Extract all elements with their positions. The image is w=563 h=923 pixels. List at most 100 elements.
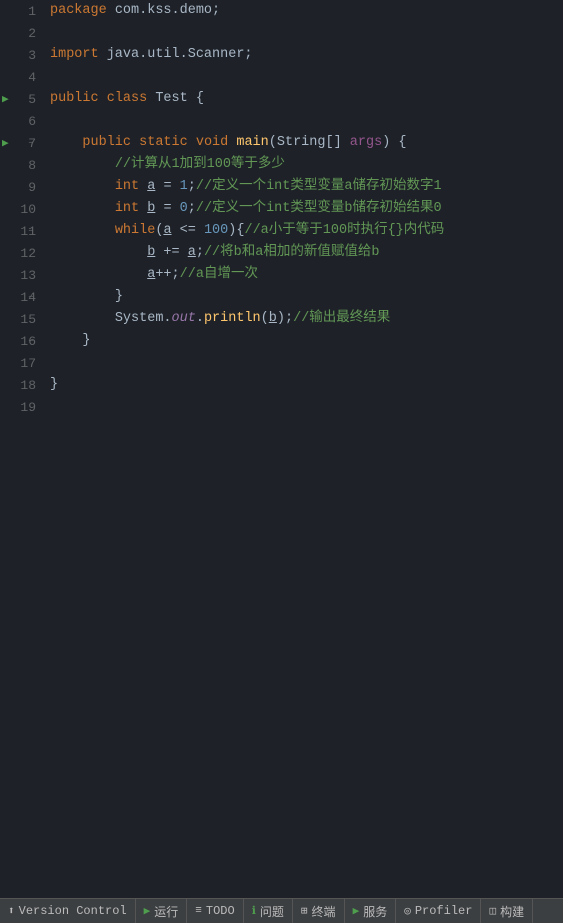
- token: b: [269, 311, 277, 326]
- line-number-text: 1: [28, 4, 36, 19]
- code-line-6: [50, 110, 563, 132]
- status-item-services[interactable]: ▶服务: [345, 899, 397, 923]
- indent: [50, 267, 147, 282]
- token: com.kss.demo;: [107, 3, 220, 18]
- line-number-text: 17: [20, 356, 36, 371]
- run-label: 运行: [154, 903, 178, 920]
- code-line-12: b += a;//将b和a相加的新值赋值给b: [50, 242, 563, 264]
- indent: [50, 333, 82, 348]
- services-icon: ▶: [353, 904, 360, 918]
- token: package: [50, 3, 107, 18]
- fold-gutter-icon[interactable]: –: [28, 336, 34, 347]
- token: [131, 135, 139, 150]
- todo-label: TODO: [206, 904, 235, 918]
- status-item-version-control[interactable]: ⬆ Version Control: [0, 899, 136, 923]
- code-line-10: int b = 0;//定义一个int类型变量b储存初始结果0: [50, 198, 563, 220]
- run-icon: ▶: [144, 904, 151, 918]
- status-item-terminal[interactable]: ⊞终端: [293, 899, 345, 923]
- line-number-text: 18: [20, 378, 36, 393]
- line-number-17: 17: [0, 352, 42, 374]
- token: import: [50, 47, 99, 62]
- status-item-structure[interactable]: ◫构建: [481, 899, 533, 923]
- token: //将b和a相加的新值赋值给b: [204, 245, 380, 260]
- status-item-problems[interactable]: ℹ问题: [244, 899, 293, 923]
- line-number-text: 8: [28, 158, 36, 173]
- code-line-4: [50, 66, 563, 88]
- version-control-icon: ⬆: [8, 904, 15, 918]
- profiler-label: Profiler: [415, 904, 473, 918]
- token: //定义一个int类型变量b储存初始结果0: [196, 201, 442, 216]
- terminal-icon: ⊞: [301, 904, 308, 918]
- line-number-12: 12: [0, 242, 42, 264]
- line-number-1: 1: [0, 0, 42, 22]
- token: main: [236, 135, 268, 150]
- status-item-profiler[interactable]: ◎ Profiler: [396, 899, 481, 923]
- fold-gutter-icon[interactable]: –: [28, 292, 34, 303]
- token: }: [115, 289, 123, 304]
- code-line-8: //计算从1加到100等于多少: [50, 154, 563, 176]
- token: (: [261, 311, 269, 326]
- line-number-16: –16: [0, 330, 42, 352]
- token: [188, 135, 196, 150]
- token: =: [155, 201, 179, 216]
- token: println: [204, 311, 261, 326]
- fold-gutter-icon[interactable]: –: [28, 226, 34, 237]
- line-number-text: 10: [20, 202, 36, 217]
- indent: [50, 289, 115, 304]
- token: java.util.Scanner;: [99, 47, 253, 62]
- status-item-todo[interactable]: ≡ TODO: [187, 899, 243, 923]
- line-number-7: ▶–7: [0, 132, 42, 154]
- todo-icon: ≡: [195, 905, 202, 917]
- line-number-text: 5: [28, 92, 36, 107]
- code-line-15: System.out.println(b);//输出最终结果: [50, 308, 563, 330]
- line-number-text: 3: [28, 48, 36, 63]
- code-line-19: [50, 396, 563, 418]
- token: ;: [196, 245, 204, 260]
- line-number-text: 2: [28, 26, 36, 41]
- token: ;: [188, 201, 196, 216]
- line-number-text: 15: [20, 312, 36, 327]
- token: //a小于等于100时执行{}内代码: [244, 223, 444, 238]
- indent: [50, 201, 115, 216]
- token: ){: [228, 223, 244, 238]
- problems-label: 问题: [260, 903, 284, 920]
- version-control-label: Version Control: [19, 904, 127, 918]
- token: a: [163, 223, 171, 238]
- line-number-text: 4: [28, 70, 36, 85]
- indent: [50, 157, 115, 172]
- line-number-8: 8: [0, 154, 42, 176]
- token: int: [115, 179, 139, 194]
- token: =: [155, 179, 179, 194]
- token: ++;: [155, 267, 179, 282]
- token: int: [115, 201, 139, 216]
- line-number-2: 2: [0, 22, 42, 44]
- line-number-4: 4: [0, 66, 42, 88]
- token: 100: [204, 223, 228, 238]
- token: public: [82, 135, 131, 150]
- line-number-text: 13: [20, 268, 36, 283]
- profiler-icon: ◎: [404, 904, 411, 918]
- token: void: [196, 135, 228, 150]
- indent: [50, 135, 82, 150]
- code-area[interactable]: package com.kss.demo; import java.util.Sc…: [42, 0, 563, 878]
- code-line-5: public class Test {: [50, 88, 563, 110]
- run-gutter-icon[interactable]: ▶: [2, 136, 9, 150]
- line-number-text: 12: [20, 246, 36, 261]
- line-number-18: 18: [0, 374, 42, 396]
- code-line-18: }: [50, 374, 563, 396]
- token: //计算从1加到100等于多少: [115, 157, 285, 172]
- token: [99, 91, 107, 106]
- services-label: 服务: [363, 903, 387, 920]
- token: 0: [180, 201, 188, 216]
- run-gutter-icon[interactable]: ▶: [2, 92, 9, 106]
- token: (: [269, 135, 277, 150]
- token: <=: [172, 223, 204, 238]
- status-item-run[interactable]: ▶运行: [136, 899, 188, 923]
- token: System.: [115, 311, 172, 326]
- token: +=: [155, 245, 187, 260]
- line-numbers-gutter: 1234▶56▶–78910–111213–1415–16171819: [0, 0, 42, 878]
- code-line-14: }: [50, 286, 563, 308]
- fold-gutter-icon[interactable]: –: [28, 138, 34, 149]
- token: 1: [180, 179, 188, 194]
- indent: [50, 223, 115, 238]
